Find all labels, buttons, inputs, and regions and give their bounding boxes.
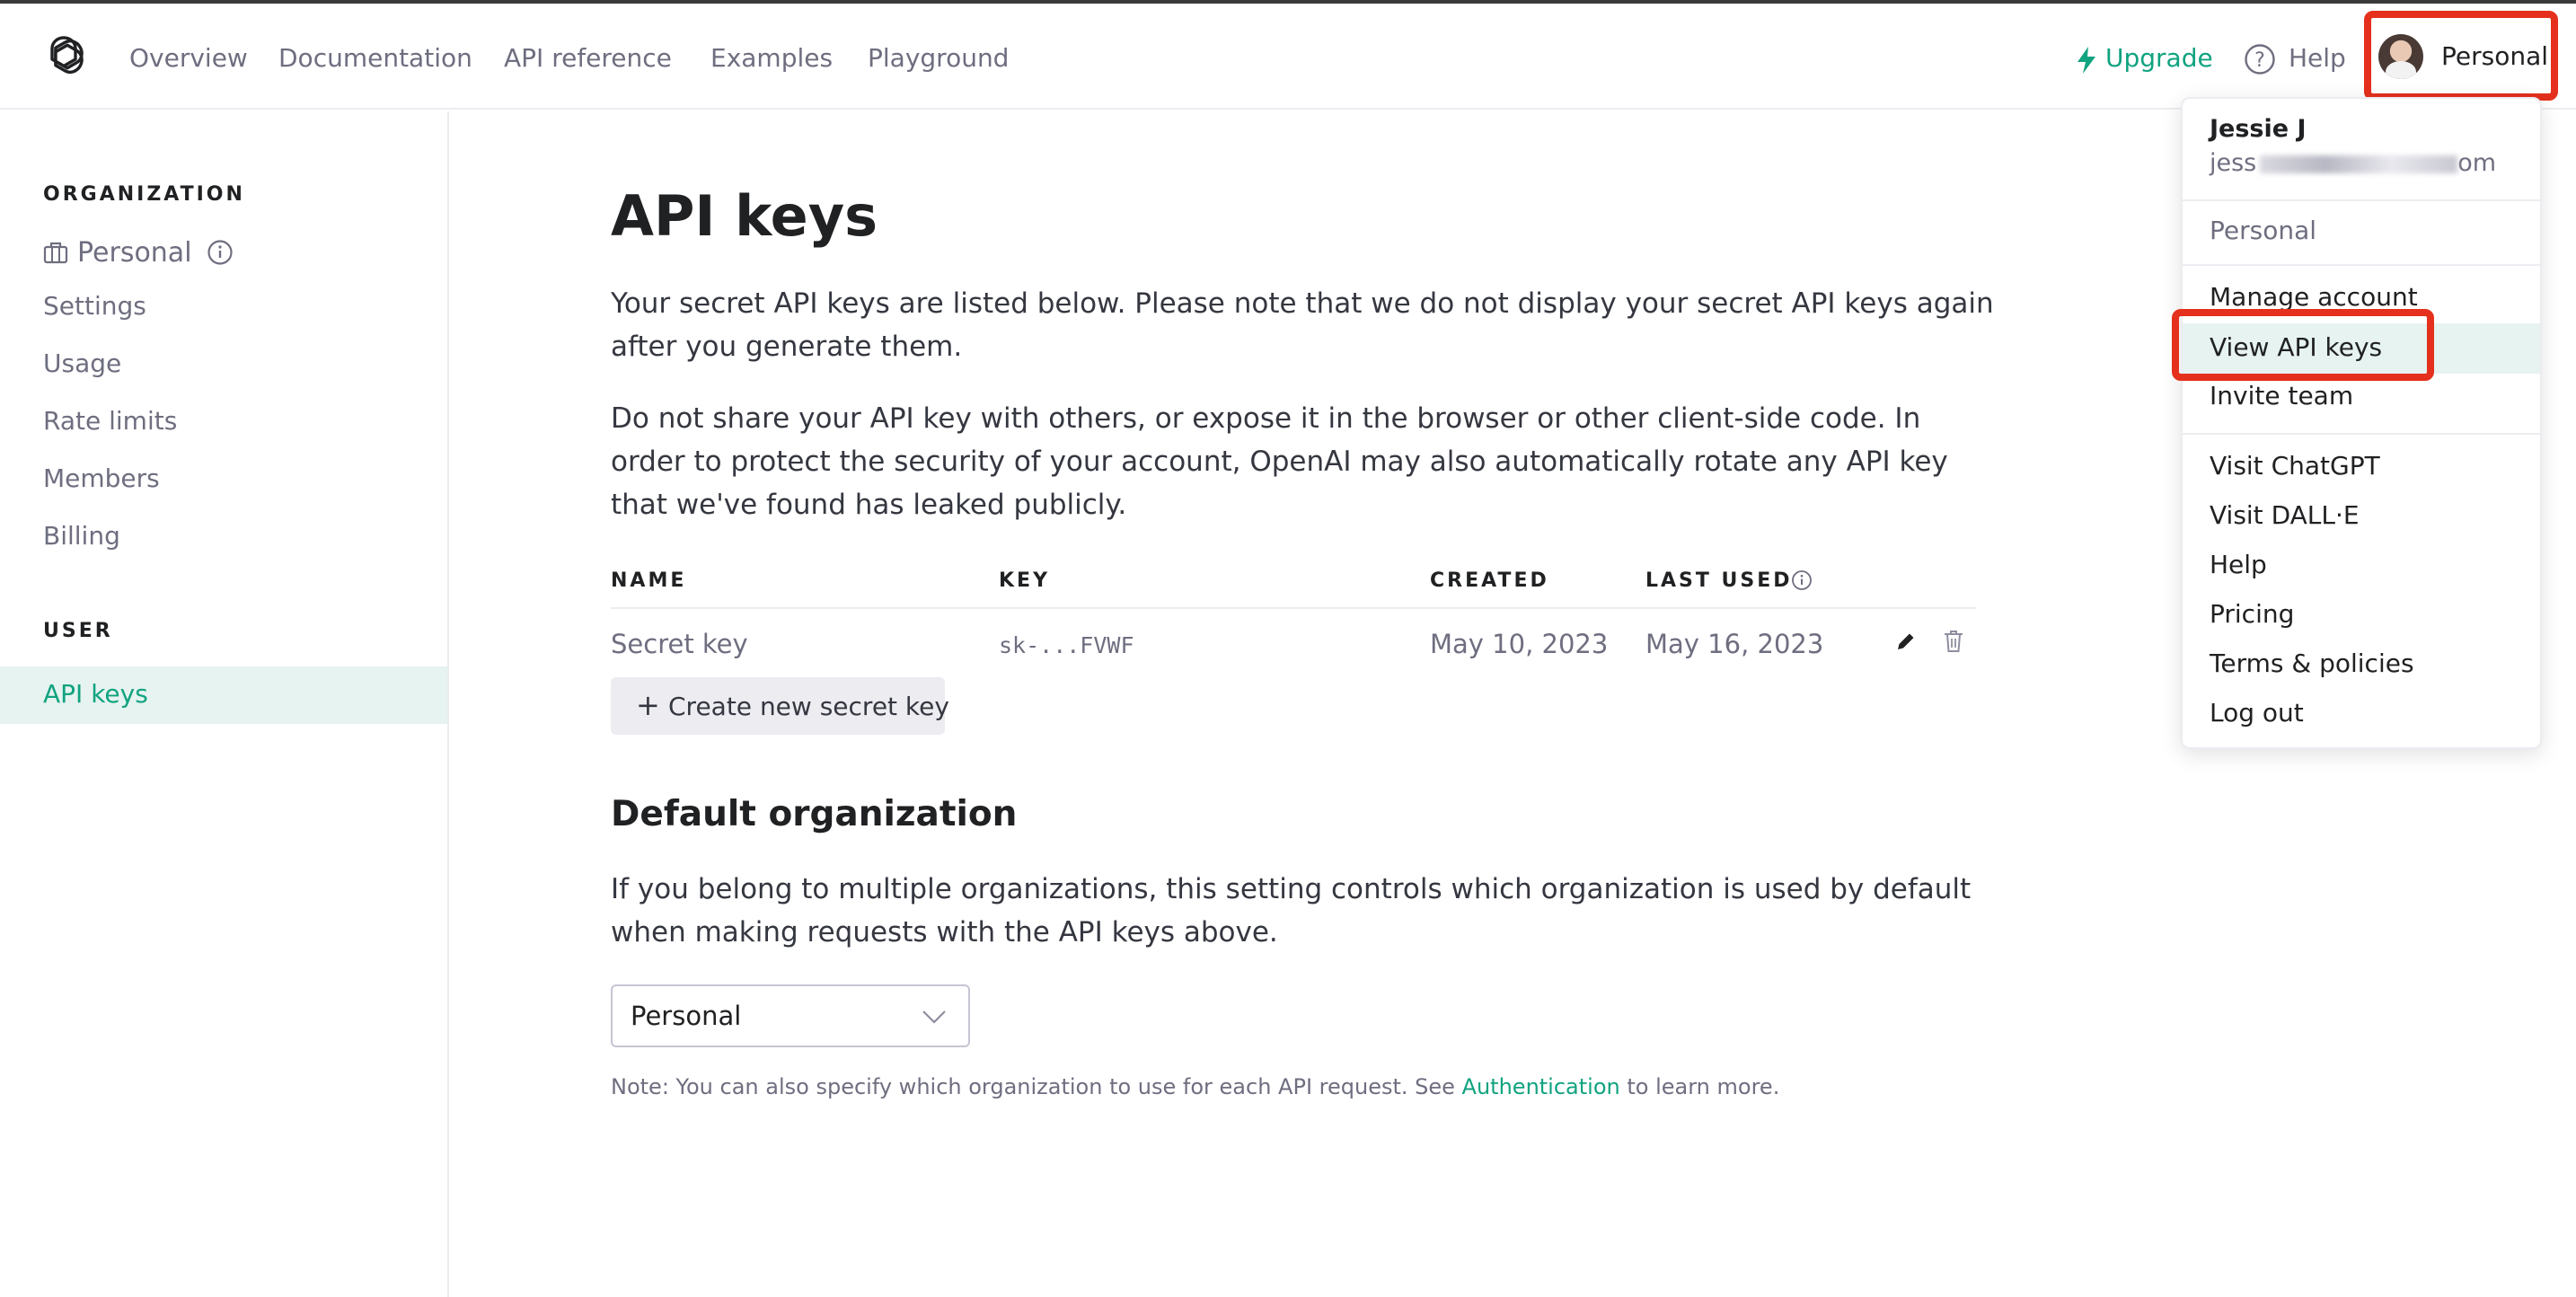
- menu-item-pricing[interactable]: Pricing: [2210, 599, 2294, 629]
- column-header-last-used: LAST USED: [1645, 569, 1793, 592]
- sidebar-org-selector[interactable]: Personal: [43, 237, 233, 269]
- sidebar-item-billing[interactable]: Billing: [43, 521, 120, 551]
- dropdown-user-email: jess om: [2210, 149, 2496, 177]
- last-used-date-cell: May 16, 2023: [1645, 629, 1824, 659]
- default-organization-description: If you belong to multiple organizations,…: [611, 873, 1972, 948]
- organization-note: Note: You can also specify which organiz…: [611, 1074, 1779, 1099]
- info-icon[interactable]: [1791, 569, 1813, 591]
- profile-dropdown-menu: Jessie J jess om Personal Manage account …: [2181, 97, 2542, 749]
- column-header-key: KEY: [999, 569, 1051, 592]
- pencil-icon[interactable]: [1895, 631, 1917, 652]
- openai-logo-icon[interactable]: [40, 32, 88, 81]
- profile-menu-button[interactable]: Personal: [2364, 11, 2558, 101]
- intro-text: Your secret API keys are listed below. P…: [611, 287, 1994, 363]
- help-label: Help: [2289, 43, 2346, 73]
- upgrade-label: Upgrade: [2105, 43, 2213, 73]
- create-secret-key-label: Create new secret key: [668, 692, 949, 721]
- create-secret-key-button[interactable]: + Create new secret key: [611, 677, 949, 735]
- svg-text:?: ?: [2254, 49, 2265, 72]
- sidebar-item-api-keys[interactable]: API keys: [0, 666, 447, 724]
- nav-examples[interactable]: Examples: [710, 43, 833, 73]
- trash-icon[interactable]: [1942, 629, 1965, 654]
- menu-item-terms-policies[interactable]: Terms & policies: [2210, 648, 2414, 678]
- menu-item-help[interactable]: Help: [2210, 550, 2267, 579]
- question-circle-icon: ?: [2245, 44, 2275, 75]
- help-button[interactable]: ? Help: [2244, 43, 2346, 75]
- organization-select-value: Personal: [631, 1001, 742, 1031]
- key-name-cell: Secret key: [611, 629, 748, 659]
- lightning-icon: [2078, 47, 2095, 74]
- briefcase-icon: [43, 242, 68, 264]
- menu-divider: [2183, 199, 2540, 201]
- authentication-link[interactable]: Authentication: [1462, 1074, 1620, 1099]
- menu-divider: [2183, 433, 2540, 435]
- sidebar-item-members[interactable]: Members: [43, 463, 160, 493]
- note-suffix: to learn more.: [1627, 1074, 1780, 1099]
- sidebar-item-usage[interactable]: Usage: [43, 349, 121, 378]
- default-organization-title: Default organization: [611, 794, 1018, 834]
- column-header-name: NAME: [611, 569, 687, 592]
- menu-item-visit-dalle[interactable]: Visit DALL·E: [2210, 500, 2360, 530]
- plus-icon: +: [636, 688, 660, 722]
- email-start: jess: [2210, 149, 2257, 177]
- organization-select[interactable]: Personal: [611, 984, 970, 1047]
- key-value-cell: sk-...FVWF: [999, 632, 1134, 658]
- nav-documentation[interactable]: Documentation: [278, 43, 472, 73]
- menu-item-log-out[interactable]: Log out: [2210, 698, 2304, 728]
- sidebar-item-label: API keys: [43, 679, 148, 709]
- sidebar-heading-organization: ORGANIZATION: [43, 183, 245, 206]
- dropdown-org-personal[interactable]: Personal: [2210, 216, 2316, 245]
- email-end: om: [2457, 149, 2497, 177]
- nav-overview[interactable]: Overview: [129, 43, 248, 73]
- nav-api-reference[interactable]: API reference: [504, 43, 672, 73]
- nav-playground[interactable]: Playground: [868, 43, 1009, 73]
- menu-item-visit-chatgpt[interactable]: Visit ChatGPT: [2210, 451, 2380, 481]
- dropdown-user-name: Jessie J: [2210, 115, 2307, 143]
- top-navigation: Overview Documentation API reference Exa…: [0, 4, 2576, 110]
- chevron-down-icon: [922, 1010, 946, 1024]
- table-divider: [611, 607, 1976, 609]
- avatar: [2378, 34, 2423, 79]
- sidebar-item-settings[interactable]: Settings: [43, 291, 146, 321]
- sidebar-item-rate-limits[interactable]: Rate limits: [43, 406, 177, 436]
- security-warning-text: Do not share your API key with others, o…: [611, 402, 1948, 521]
- info-icon[interactable]: [207, 239, 234, 266]
- profile-label: Personal: [2441, 41, 2549, 71]
- page-title: API keys: [611, 183, 878, 249]
- column-header-created: CREATED: [1430, 569, 1549, 592]
- sidebar-heading-user: USER: [43, 620, 113, 642]
- menu-divider: [2183, 264, 2540, 266]
- upgrade-button[interactable]: Upgrade: [2077, 43, 2213, 74]
- email-redaction: [2260, 154, 2458, 173]
- sidebar: ORGANIZATION Personal Settings Usage Rat…: [0, 111, 449, 1297]
- menu-item-invite-team[interactable]: Invite team: [2210, 381, 2353, 410]
- sidebar-org-name: Personal: [77, 237, 192, 269]
- note-prefix: Note: You can also specify which organiz…: [611, 1074, 1455, 1099]
- menu-item-manage-account[interactable]: Manage account: [2210, 282, 2418, 312]
- annotation-highlight-box: [2172, 309, 2434, 381]
- created-date-cell: May 10, 2023: [1430, 629, 1609, 659]
